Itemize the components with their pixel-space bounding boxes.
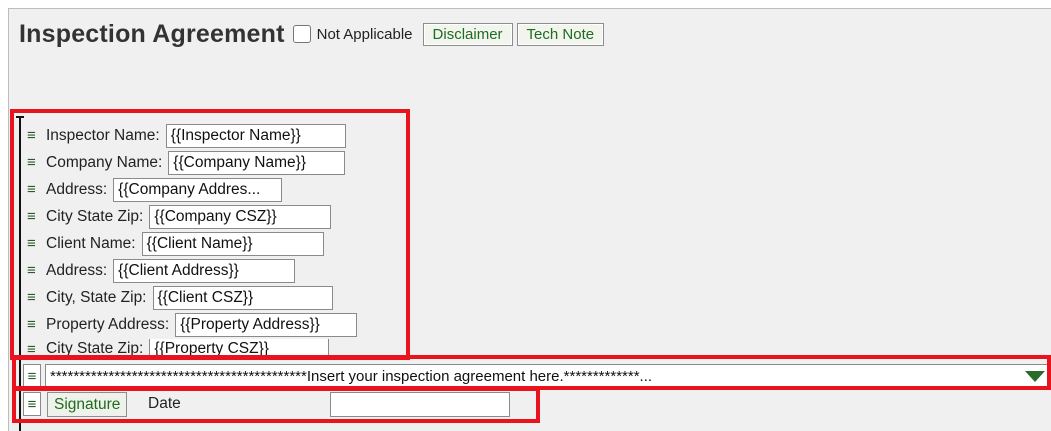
date-input[interactable] (330, 392, 510, 417)
field-label: Company Name: (46, 153, 163, 171)
drag-handle-icon[interactable]: ≡ (27, 155, 41, 170)
field-label: City State Zip: (46, 340, 144, 357)
field-label: Inspector Name: (46, 126, 160, 144)
drag-handle-icon[interactable]: ≡ (27, 182, 41, 197)
signature-button[interactable]: Signature (47, 392, 128, 417)
inspector-name-field[interactable]: {{Inspector Name}} (165, 123, 346, 148)
field-row-company-csz: ≡ City State Zip: {{Company CSZ}} (27, 204, 332, 229)
property-address-field[interactable]: {{Property Address}} (175, 312, 358, 337)
drag-handle-icon[interactable]: ≡ (27, 290, 41, 305)
agreement-drag-handle-icon[interactable]: ≡ (23, 364, 41, 388)
field-row-company-name: ≡ Company Name: {{Company Name}} (27, 150, 346, 175)
field-row-company-address: ≡ Address: {{Company Addres... (27, 177, 283, 202)
not-applicable-checkbox[interactable] (292, 25, 311, 43)
drag-handle-icon[interactable]: ≡ (27, 342, 41, 357)
field-row-client-name: ≡ Client Name: {{Client Name}} (27, 231, 324, 256)
client-name-field[interactable]: {{Client Name}} (141, 231, 324, 256)
tech-note-button[interactable]: Tech Note (516, 22, 605, 46)
tree-line (19, 116, 21, 431)
signature-drag-handle-icon[interactable]: ≡ (23, 392, 41, 416)
field-row-property-csz: ≡ City State Zip: {{Property CSZ}} (27, 339, 330, 359)
agreement-text: ****************************************… (50, 367, 653, 385)
dropdown-arrow-icon[interactable] (1025, 371, 1045, 382)
field-row-client-csz: ≡ City, State Zip: {{Client CSZ}} (27, 285, 333, 310)
agreement-text-dropdown[interactable]: ****************************************… (45, 364, 1051, 388)
drag-handle-icon[interactable]: ≡ (27, 317, 41, 332)
field-label: Address: (46, 180, 108, 198)
disclaimer-button[interactable]: Disclaimer (422, 22, 513, 46)
section-title: Inspection Agreement (19, 19, 285, 48)
property-csz-field[interactable]: {{Property CSZ}} (149, 339, 330, 359)
field-row-inspector-name: ≡ Inspector Name: {{Inspector Name}} (27, 123, 346, 148)
inspection-agreement-panel: Inspection Agreement Not Applicable Disc… (8, 8, 1051, 431)
field-label: City, State Zip: (46, 288, 147, 306)
client-csz-field[interactable]: {{Client CSZ}} (152, 285, 333, 310)
date-label: Date (148, 395, 181, 412)
field-label: Client Name: (46, 234, 136, 252)
company-address-field[interactable]: {{Company Addres... (113, 177, 283, 202)
drag-handle-icon[interactable]: ≡ (27, 236, 41, 251)
field-row-property-address: ≡ Property Address: {{Property Address}} (27, 312, 358, 337)
drag-handle-icon[interactable]: ≡ (27, 263, 41, 278)
drag-handle-icon[interactable]: ≡ (27, 209, 41, 224)
field-row-client-address: ≡ Address: {{Client Address}} (27, 258, 296, 283)
company-name-field[interactable]: {{Company Name}} (168, 150, 346, 175)
field-label: City State Zip: (46, 207, 144, 225)
drag-handle-icon[interactable]: ≡ (27, 128, 41, 143)
section-header: Inspection Agreement Not Applicable Disc… (19, 15, 608, 53)
not-applicable-label: Not Applicable (316, 25, 413, 43)
field-label: Property Address: (46, 315, 170, 333)
field-label: Address: (46, 261, 108, 279)
client-address-field[interactable]: {{Client Address}} (113, 258, 296, 283)
company-csz-field[interactable]: {{Company CSZ}} (149, 204, 332, 229)
